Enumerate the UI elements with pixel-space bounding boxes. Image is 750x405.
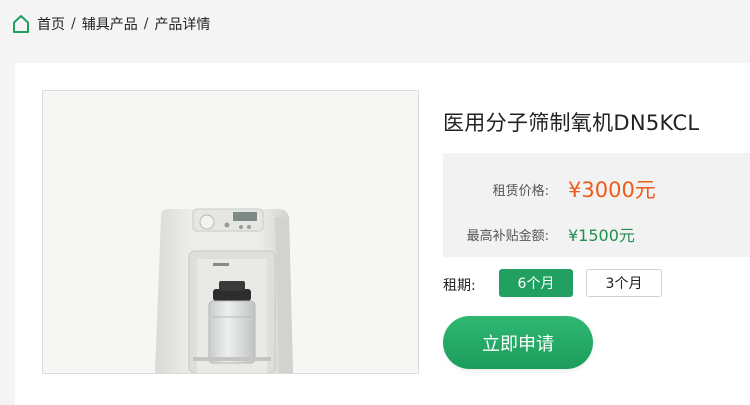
price-label: 租赁价格: [492,183,549,199]
product-image [42,90,419,374]
product-title: 医用分子筛制氧机DN5KCL [443,111,700,135]
breadcrumb-home[interactable]: 首页 [37,14,65,34]
product-card: 医用分子筛制氧机DN5KCL 租赁价格: ¥3000元 最高补贴金额: ¥150… [15,63,750,405]
price-value: ¥3000元 [568,178,656,202]
price-row: 租赁价格: ¥3000元 [443,174,750,204]
rental-period-label: 租期: [443,278,476,294]
breadcrumb-products[interactable]: 辅具产品 [82,14,138,34]
breadcrumb-current: 产品详情 [154,17,211,33]
breadcrumb-separator: / [71,16,76,32]
subsidy-label: 最高补贴金额: [466,228,549,244]
breadcrumb-separator: / [143,16,149,32]
rental-option-6-months[interactable]: 6个月 [499,269,573,297]
subsidy-value: ¥1500元 [568,226,635,245]
subsidy-row: 最高补贴金额: ¥1500元 [443,222,750,246]
apply-now-button[interactable]: 立即申请 [443,316,593,369]
price-panel: 租赁价格: ¥3000元 最高补贴金额: ¥1500元 [443,153,750,257]
home-icon[interactable] [12,14,30,34]
rental-option-3-months[interactable]: 3个月 [586,269,662,297]
breadcrumb: 首页 / 辅具产品 / 产品详情 [12,13,210,35]
